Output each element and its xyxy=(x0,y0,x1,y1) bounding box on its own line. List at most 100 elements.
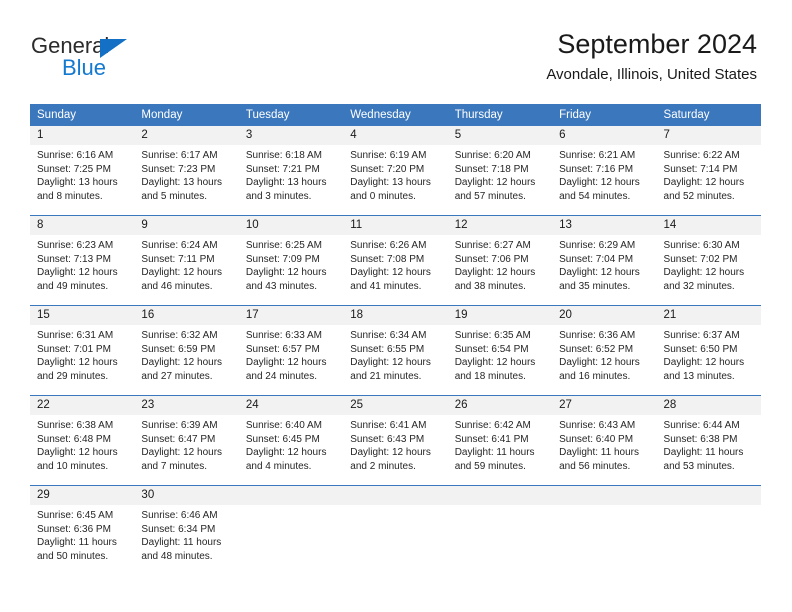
sunset-text: Sunset: 7:14 PM xyxy=(663,163,738,175)
day-cell[interactable]: 17 Sunrise: 6:33 AM Sunset: 6:57 PM Dayl… xyxy=(238,305,344,396)
sunrise-text: Sunrise: 6:33 AM xyxy=(245,330,322,341)
sunrise-text: Sunrise: 6:31 AM xyxy=(37,330,114,341)
day-cell[interactable]: 15 Sunrise: 6:31 AM Sunset: 7:01 PM Dayl… xyxy=(30,305,135,396)
day-number xyxy=(447,486,553,505)
day-cell[interactable]: 23 Sunrise: 6:39 AM Sunset: 6:47 PM Dayl… xyxy=(134,395,239,486)
sunrise-text: Sunrise: 6:22 AM xyxy=(663,150,740,161)
day-cell[interactable]: 5 Sunrise: 6:20 AM Sunset: 7:18 PM Dayli… xyxy=(447,126,553,216)
day-cell[interactable]: 2 Sunrise: 6:17 AM Sunset: 7:23 PM Dayli… xyxy=(134,126,239,216)
day-number: 17 xyxy=(238,306,344,325)
sunset-text: Sunset: 7:08 PM xyxy=(350,253,425,265)
day-cell[interactable]: 7 Sunrise: 6:22 AM Sunset: 7:14 PM Dayli… xyxy=(656,126,761,216)
day-cell[interactable]: 24 Sunrise: 6:40 AM Sunset: 6:45 PM Dayl… xyxy=(238,395,344,486)
day-cell[interactable]: 20 Sunrise: 6:36 AM Sunset: 6:52 PM Dayl… xyxy=(552,305,657,396)
day-number: 10 xyxy=(238,216,344,235)
sunrise-text: Sunrise: 6:35 AM xyxy=(454,330,531,341)
page-title: September 2024 xyxy=(557,29,757,59)
daylight-text-line1: Daylight: 12 hours xyxy=(454,357,536,369)
daylight-text-line2: and 41 minutes. xyxy=(350,280,422,292)
weekday-header-row: Sunday Monday Tuesday Wednesday Thursday… xyxy=(30,104,761,126)
day-details: Sunrise: 6:22 AM Sunset: 7:14 PM Dayligh… xyxy=(657,145,761,215)
day-cell[interactable]: 8 Sunrise: 6:23 AM Sunset: 7:13 PM Dayli… xyxy=(30,215,135,306)
daylight-text-line2: and 38 minutes. xyxy=(454,280,526,292)
daylight-text-line2: and 21 minutes. xyxy=(350,370,422,382)
daylight-text-line1: Daylight: 12 hours xyxy=(245,357,327,369)
day-cell[interactable]: 30 Sunrise: 6:46 AM Sunset: 6:34 PM Dayl… xyxy=(134,485,239,575)
week-row: 1 Sunrise: 6:16 AM Sunset: 7:25 PM Dayli… xyxy=(30,126,761,216)
sunset-text: Sunset: 6:43 PM xyxy=(350,433,425,445)
page-subtitle-location: Avondale, Illinois, United States xyxy=(546,66,757,83)
day-details: Sunrise: 6:46 AM Sunset: 6:34 PM Dayligh… xyxy=(134,505,238,575)
sunset-text: Sunset: 6:50 PM xyxy=(663,343,738,355)
day-cell[interactable]: 9 Sunrise: 6:24 AM Sunset: 7:11 PM Dayli… xyxy=(134,215,239,306)
day-number: 29 xyxy=(30,486,135,505)
day-cell[interactable]: 25 Sunrise: 6:41 AM Sunset: 6:43 PM Dayl… xyxy=(343,395,448,486)
day-cell-empty xyxy=(656,485,761,575)
day-number: 3 xyxy=(238,126,344,145)
sunrise-text: Sunrise: 6:16 AM xyxy=(37,150,114,161)
daylight-text-line1: Daylight: 12 hours xyxy=(350,267,431,279)
day-cell[interactable]: 27 Sunrise: 6:43 AM Sunset: 6:40 PM Dayl… xyxy=(552,395,657,486)
sunrise-text: Sunrise: 6:38 AM xyxy=(37,420,114,431)
sunrise-text: Sunrise: 6:40 AM xyxy=(245,420,322,431)
day-details xyxy=(239,505,343,575)
daylight-text-line1: Daylight: 12 hours xyxy=(350,357,431,369)
day-cell[interactable]: 13 Sunrise: 6:29 AM Sunset: 7:04 PM Dayl… xyxy=(552,215,657,306)
general-blue-logo[interactable]: General Blue xyxy=(31,34,181,82)
daylight-text-line2: and 3 minutes. xyxy=(245,190,312,202)
day-cell[interactable]: 10 Sunrise: 6:25 AM Sunset: 7:09 PM Dayl… xyxy=(238,215,344,306)
day-cell[interactable]: 1 Sunrise: 6:16 AM Sunset: 7:25 PM Dayli… xyxy=(30,126,135,216)
day-details: Sunrise: 6:25 AM Sunset: 7:09 PM Dayligh… xyxy=(239,235,343,305)
daylight-text-line1: Daylight: 12 hours xyxy=(663,177,745,189)
sunset-text: Sunset: 7:06 PM xyxy=(454,253,529,265)
daylight-text-line2: and 52 minutes. xyxy=(663,190,735,202)
day-cell[interactable]: 18 Sunrise: 6:34 AM Sunset: 6:55 PM Dayl… xyxy=(343,305,448,396)
day-cell[interactable]: 12 Sunrise: 6:27 AM Sunset: 7:06 PM Dayl… xyxy=(447,215,553,306)
sunset-text: Sunset: 6:52 PM xyxy=(559,343,634,355)
daylight-text-line1: Daylight: 12 hours xyxy=(350,447,431,459)
day-cell[interactable]: 21 Sunrise: 6:37 AM Sunset: 6:50 PM Dayl… xyxy=(656,305,761,396)
day-cell[interactable]: 28 Sunrise: 6:44 AM Sunset: 6:38 PM Dayl… xyxy=(656,395,761,486)
day-cell[interactable]: 4 Sunrise: 6:19 AM Sunset: 7:20 PM Dayli… xyxy=(343,126,448,216)
week-row: 8 Sunrise: 6:23 AM Sunset: 7:13 PM Dayli… xyxy=(30,215,761,306)
day-number: 14 xyxy=(656,216,761,235)
day-details: Sunrise: 6:45 AM Sunset: 6:36 PM Dayligh… xyxy=(30,505,134,575)
sunrise-text: Sunrise: 6:19 AM xyxy=(350,150,427,161)
day-number: 26 xyxy=(447,396,553,415)
weekday-header-wednesday: Wednesday xyxy=(343,104,448,126)
day-number: 28 xyxy=(656,396,761,415)
title-block: September 2024 Avondale, Illinois, Unite… xyxy=(546,28,757,84)
daylight-text-line1: Daylight: 13 hours xyxy=(350,177,431,189)
daylight-text-line1: Daylight: 12 hours xyxy=(245,267,327,279)
sunrise-text: Sunrise: 6:39 AM xyxy=(141,420,218,431)
weekday-header-saturday: Saturday xyxy=(656,104,761,126)
day-cell-empty xyxy=(552,485,657,575)
day-cell[interactable]: 14 Sunrise: 6:30 AM Sunset: 7:02 PM Dayl… xyxy=(656,215,761,306)
sunset-text: Sunset: 7:04 PM xyxy=(559,253,634,265)
sunset-text: Sunset: 6:34 PM xyxy=(141,523,216,535)
daylight-text-line2: and 50 minutes. xyxy=(37,550,109,562)
sunset-text: Sunset: 6:40 PM xyxy=(559,433,634,445)
daylight-text-line2: and 8 minutes. xyxy=(37,190,103,202)
weekday-header-tuesday: Tuesday xyxy=(238,104,344,126)
day-cell[interactable]: 16 Sunrise: 6:32 AM Sunset: 6:59 PM Dayl… xyxy=(134,305,239,396)
day-cell[interactable]: 6 Sunrise: 6:21 AM Sunset: 7:16 PM Dayli… xyxy=(552,126,657,216)
daylight-text-line2: and 0 minutes. xyxy=(350,190,416,202)
day-details: Sunrise: 6:32 AM Sunset: 6:59 PM Dayligh… xyxy=(134,325,238,395)
day-cell[interactable]: 22 Sunrise: 6:38 AM Sunset: 6:48 PM Dayl… xyxy=(30,395,135,486)
day-details: Sunrise: 6:18 AM Sunset: 7:21 PM Dayligh… xyxy=(239,145,343,215)
sunset-text: Sunset: 7:20 PM xyxy=(350,163,425,175)
day-cell[interactable]: 19 Sunrise: 6:35 AM Sunset: 6:54 PM Dayl… xyxy=(447,305,553,396)
sunset-text: Sunset: 6:47 PM xyxy=(141,433,216,445)
sunset-text: Sunset: 6:38 PM xyxy=(663,433,738,445)
day-cell[interactable]: 3 Sunrise: 6:18 AM Sunset: 7:21 PM Dayli… xyxy=(238,126,344,216)
day-cell[interactable]: 11 Sunrise: 6:26 AM Sunset: 7:08 PM Dayl… xyxy=(343,215,448,306)
day-cell-empty xyxy=(447,485,553,575)
daylight-text-line2: and 5 minutes. xyxy=(141,190,208,202)
day-cell[interactable]: 26 Sunrise: 6:42 AM Sunset: 6:41 PM Dayl… xyxy=(447,395,553,486)
daylight-text-line1: Daylight: 12 hours xyxy=(141,267,223,279)
day-details: Sunrise: 6:16 AM Sunset: 7:25 PM Dayligh… xyxy=(30,145,134,215)
day-number: 1 xyxy=(30,126,135,145)
day-details: Sunrise: 6:37 AM Sunset: 6:50 PM Dayligh… xyxy=(657,325,761,395)
day-cell[interactable]: 29 Sunrise: 6:45 AM Sunset: 6:36 PM Dayl… xyxy=(30,485,135,575)
